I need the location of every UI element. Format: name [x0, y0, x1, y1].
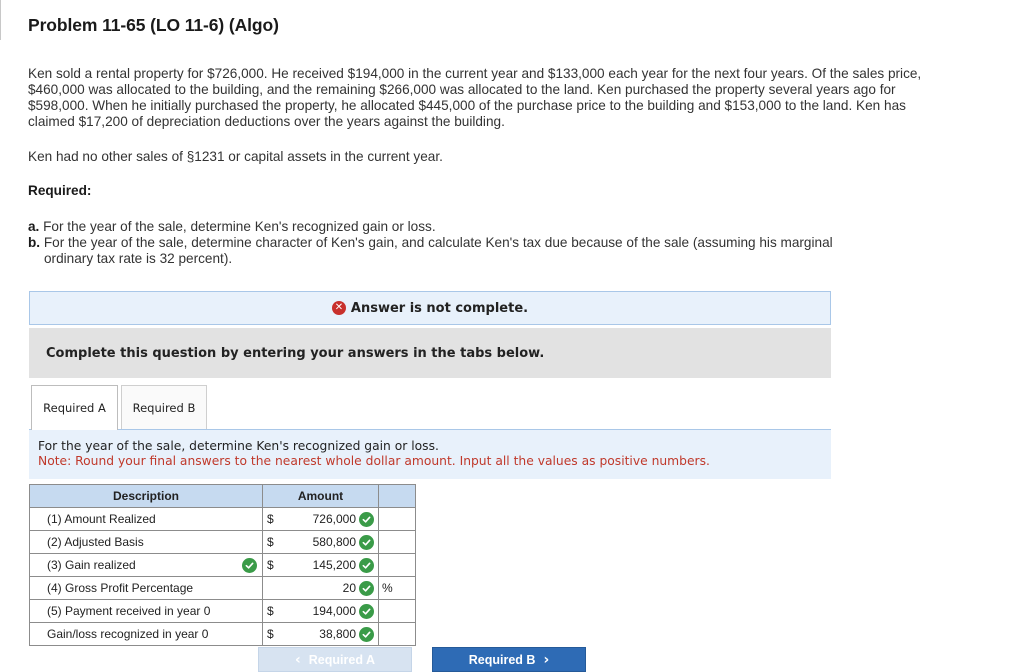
answer-status-text: Answer is not complete.: [350, 300, 529, 316]
amount-input-cell[interactable]: 20: [262, 576, 379, 600]
description-text: (1) Amount Realized: [47, 512, 156, 526]
problem-paragraph-2: Ken had no other sales of §1231 or capit…: [28, 149, 443, 164]
item-b-text-line1: For the year of the sale, determine char…: [43, 235, 833, 250]
header-amount: Amount: [262, 484, 379, 508]
item-b-text-line2: ordinary tax rate is 32 percent).: [44, 251, 233, 266]
check-circle-icon: [359, 511, 374, 527]
problem-title: Problem 11-65 (LO 11-6) (Algo): [28, 15, 279, 35]
unit-cell: [378, 599, 416, 623]
currency-symbol: $: [267, 535, 274, 549]
prompt-text: For the year of the sale, determine Ken'…: [38, 439, 439, 453]
unit-cell: [378, 553, 416, 577]
amount-input-cell[interactable]: $726,000: [262, 507, 379, 531]
description-cell: Gain/loss recognized in year 0: [29, 622, 263, 646]
currency-symbol: $: [267, 627, 274, 641]
item-a-label: a.: [28, 219, 40, 234]
table-row: Gain/loss recognized in year 0 $38,800: [29, 622, 416, 646]
currency-symbol: $: [267, 604, 274, 618]
unit-cell: %: [378, 576, 416, 600]
amount-value[interactable]: 38,800: [279, 627, 359, 641]
required-item-b: b. For the year of the sale, determine c…: [28, 235, 928, 267]
check-circle-icon: [359, 534, 374, 550]
header-description: Description: [29, 484, 263, 508]
check-circle-icon: [359, 626, 374, 642]
check-circle-icon: [359, 557, 374, 573]
item-a-text: For the year of the sale, determine Ken'…: [43, 219, 436, 234]
table-row: (2) Adjusted Basis $580,800: [29, 530, 416, 554]
description-cell: (2) Adjusted Basis: [29, 530, 263, 554]
table-row: (4) Gross Profit Percentage 20%: [29, 576, 416, 600]
x-circle-icon: ✕: [331, 301, 346, 315]
unit-cell: [378, 622, 416, 646]
description-cell: (5) Payment received in year 0: [29, 599, 263, 623]
problem-paragraph-1: Ken sold a rental property for $726,000.…: [28, 66, 922, 129]
answer-status-banner: ✕ Answer is not complete.: [29, 291, 831, 325]
table-row: (5) Payment received in year 0 $194,000: [29, 599, 416, 623]
description-text: Gain/loss recognized in year 0: [47, 627, 209, 641]
amount-value[interactable]: 194,000: [279, 604, 359, 618]
table-header-row: Description Amount: [29, 484, 416, 508]
check-circle-icon: [359, 603, 374, 619]
check-circle-icon: [359, 580, 374, 596]
required-heading: Required:: [28, 183, 92, 198]
instruction-text: Complete this question by entering your …: [46, 345, 545, 361]
amount-input-cell[interactable]: $580,800: [262, 530, 379, 554]
amount-value[interactable]: 20: [279, 581, 359, 595]
prev-button-label: Required A: [308, 652, 375, 667]
instruction-bar: Complete this question by entering your …: [29, 328, 831, 378]
check-circle-icon: [242, 557, 257, 573]
chevron-left-icon: ‹: [295, 651, 301, 668]
table-row: (1) Amount Realized $726,000: [29, 507, 416, 531]
chevron-right-icon: ›: [543, 651, 550, 668]
currency-symbol: $: [267, 558, 274, 572]
amount-input-cell[interactable]: $194,000: [262, 599, 379, 623]
unit-cell: [378, 530, 416, 554]
description-cell: (1) Amount Realized: [29, 507, 263, 531]
unit-cell: [378, 507, 416, 531]
amount-input-cell[interactable]: $145,200: [262, 553, 379, 577]
amount-value[interactable]: 726,000: [279, 512, 359, 526]
answer-table: Description Amount (1) Amount Realized $7…: [29, 484, 416, 646]
tab-required-b[interactable]: Required B: [121, 385, 207, 430]
prev-required-a-button[interactable]: ‹ Required A: [258, 647, 412, 672]
required-item-a: a. For the year of the sale, determine K…: [28, 219, 928, 235]
left-rule: [0, 0, 1, 40]
next-required-b-button[interactable]: Required B ›: [432, 647, 586, 672]
header-unit: [378, 484, 416, 508]
amount-input-cell[interactable]: $38,800: [262, 622, 379, 646]
next-button-label: Required B: [468, 652, 536, 667]
description-text: (4) Gross Profit Percentage: [47, 581, 194, 595]
amount-value[interactable]: 145,200: [279, 558, 359, 572]
currency-symbol: $: [267, 512, 274, 526]
amount-value[interactable]: 580,800: [279, 535, 359, 549]
item-b-label: b.: [28, 235, 41, 250]
description-text: (2) Adjusted Basis: [47, 535, 144, 549]
description-cell: (3) Gain realized: [29, 553, 263, 577]
description-text: (5) Payment received in year 0: [47, 604, 211, 618]
tab-required-a[interactable]: Required A: [31, 385, 118, 430]
prompt-note: Note: Round your final answers to the ne…: [38, 454, 710, 468]
question-prompt: For the year of the sale, determine Ken'…: [29, 429, 831, 479]
table-row: (3) Gain realized $145,200: [29, 553, 416, 577]
description-text: (3) Gain realized: [47, 558, 136, 572]
description-cell: (4) Gross Profit Percentage: [29, 576, 263, 600]
